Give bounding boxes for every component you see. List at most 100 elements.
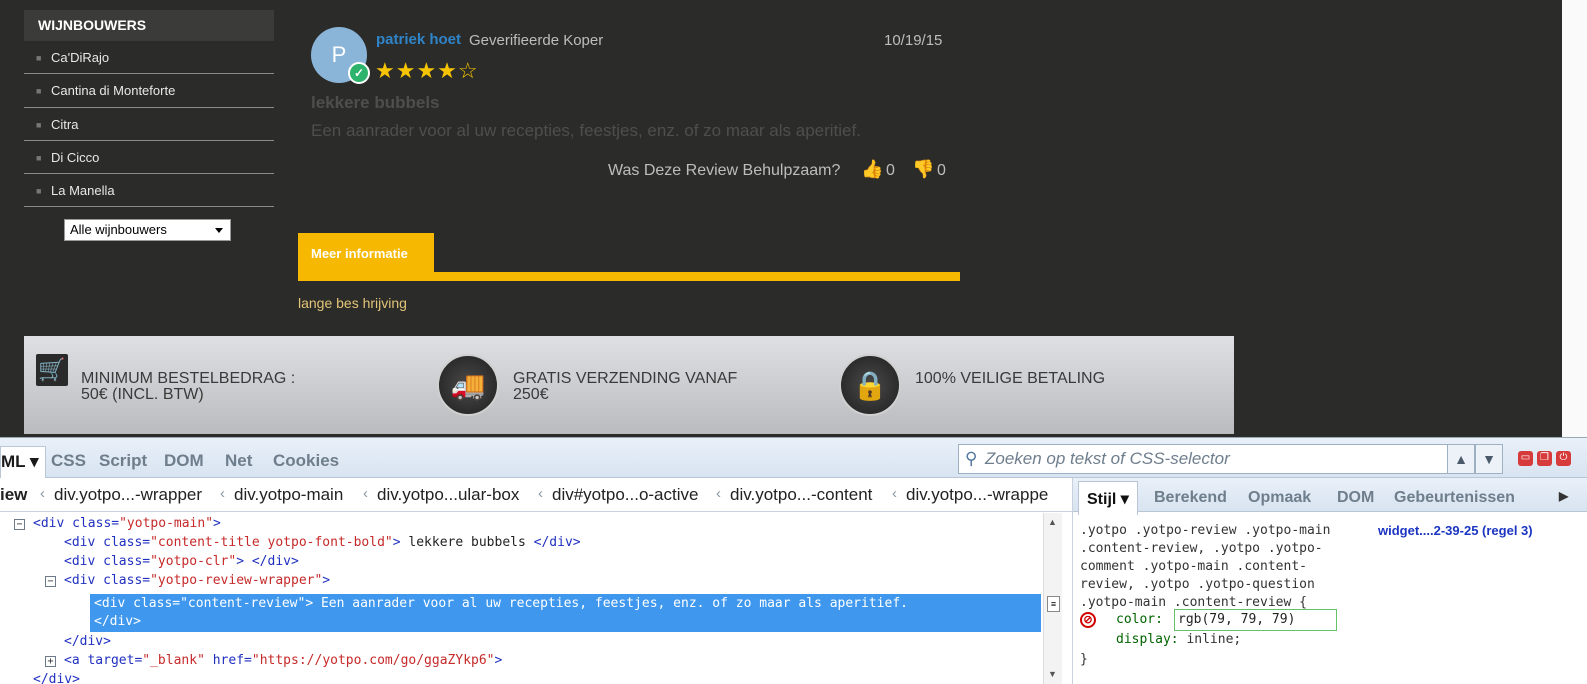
selected-node-line: </div> xyxy=(94,614,141,629)
breadcrumb-item[interactable]: div.yotpo...-wrapper xyxy=(54,485,202,505)
feature-line: 50€ (INCL. BTW) xyxy=(81,386,204,403)
star-rating: ★★★★☆ xyxy=(375,58,479,83)
sidebar-item-cantina-di-monteforte[interactable]: ■ Cantina di Monteforte xyxy=(24,74,274,108)
collapse-icon[interactable]: − xyxy=(14,519,25,530)
minimize-icon[interactable]: ▭ xyxy=(1518,451,1533,466)
tag-close: > xyxy=(213,516,221,531)
tree-node[interactable]: <div class="yotpo-review-wrapper"> xyxy=(64,572,330,590)
search-icon: ⚲ xyxy=(965,449,978,468)
thumbs-down-icon[interactable]: 👎 xyxy=(912,159,934,180)
tab-opmaak[interactable]: Opmaak xyxy=(1248,489,1311,507)
more-tabs-arrow-icon[interactable]: ▶ xyxy=(1559,489,1568,503)
feature-line: MINIMUM BESTELBEDRAG : xyxy=(81,370,296,387)
reviewer-name[interactable]: patriek hoet xyxy=(376,31,461,48)
review-title: lekkere bubbels xyxy=(311,93,440,112)
html-tree-view: − <div class="yotpo-main"> <div class="c… xyxy=(0,513,1043,684)
dropdown-arrow-icon xyxy=(215,228,223,233)
attr-value: "_blank" xyxy=(142,653,205,668)
search-prev-button[interactable]: ▲ xyxy=(1447,444,1475,474)
truck-icon: 🚚 xyxy=(437,354,499,416)
sidebar-item-di-cicco[interactable]: ■ Di Cicco xyxy=(24,141,274,175)
sidebar-item-cadirajo[interactable]: ■ Ca'DiRajo xyxy=(24,41,274,75)
tab-cookies[interactable]: Cookies xyxy=(273,451,339,471)
tab-gebeurtenissen[interactable]: Gebeurtenissen xyxy=(1394,489,1515,507)
tree-node[interactable]: <a target="_blank" href="https://yotpo.c… xyxy=(64,652,502,670)
tab-berekend[interactable]: Berekend xyxy=(1154,489,1227,507)
attr-value: "yotpo-review-wrapper" xyxy=(150,573,323,588)
page-scrollbar[interactable] xyxy=(1562,0,1587,440)
attr-name: class= xyxy=(72,516,120,531)
chevron-left-icon: ‹ xyxy=(538,485,543,502)
thumbs-up-icon[interactable]: 👍 xyxy=(861,159,883,180)
detach-icon[interactable]: ❐ xyxy=(1537,451,1552,466)
css-property-display[interactable]: display: inline; xyxy=(1116,631,1241,649)
verified-check-icon: ✓ xyxy=(348,62,370,84)
breadcrumb-item[interactable]: iew xyxy=(0,485,27,505)
scroll-up-icon[interactable]: ▲ xyxy=(1048,517,1057,527)
winemaker-select-value: Alle wijnbouwers xyxy=(70,222,167,237)
attr-value: "https://yotpo.com/go/ggaZYkp6" xyxy=(251,653,495,668)
sidebar-item-la-manella[interactable]: ■ La Manella xyxy=(24,174,274,208)
votes-up-count: 0 xyxy=(886,162,895,179)
selected-tree-node[interactable]: <div class="content-review"> Een aanrade… xyxy=(90,594,1041,632)
node-text: lekkere bubbels xyxy=(400,535,534,550)
sidebar-item-citra[interactable]: ■ Citra xyxy=(24,108,274,141)
tab-meer-informatie[interactable]: Meer informatie xyxy=(298,233,434,281)
attr-value: "yotpo-clr" xyxy=(150,554,237,569)
winemaker-select[interactable]: Alle wijnbouwers xyxy=(64,219,231,241)
css-rule-close: } xyxy=(1080,652,1088,667)
sidebar-item-label: Di Cicco xyxy=(51,149,100,165)
tree-scrollbar[interactable]: ▲ ≡ ▼ xyxy=(1043,513,1062,684)
attr-value: "content-title yotpo-font-bold" xyxy=(150,535,393,550)
sidebar-item-label: La Manella xyxy=(51,183,115,199)
css-rule-source-link[interactable]: widget....2-39-25 (regel 3) xyxy=(1378,523,1533,538)
tree-node[interactable]: <div class="content-title yotpo-font-bol… xyxy=(64,534,581,552)
expand-icon[interactable]: + xyxy=(45,656,56,667)
tab-css[interactable]: CSS xyxy=(51,451,86,471)
tree-node[interactable]: </div> xyxy=(33,671,80,684)
tab-stijl[interactable]: Stijl ▾ xyxy=(1078,481,1138,515)
tab-dom-side[interactable]: DOM xyxy=(1337,489,1374,507)
css-property-name[interactable]: color: xyxy=(1116,611,1163,629)
tab-net[interactable]: Net xyxy=(225,451,252,471)
sidebar-heading: WIJNBOUWERS xyxy=(24,10,274,41)
bullet-icon: ■ xyxy=(36,119,42,130)
feature-min-order: MINIMUM BESTELBEDRAG : 50€ (INCL. BTW) xyxy=(81,371,295,403)
disabled-property-icon[interactable]: ⊘ xyxy=(1080,612,1096,628)
tag-close: > xyxy=(494,653,503,668)
sidebar-item-label: Ca'DiRajo xyxy=(51,50,110,65)
css-value-edit-input[interactable]: rgb(79, 79, 79) xyxy=(1174,609,1337,631)
breadcrumb-item[interactable]: div#yotpo...o-active xyxy=(552,485,698,505)
css-selector-search-input[interactable]: ⚲ Zoeken op tekst of CSS-selector xyxy=(958,444,1448,474)
search-next-button[interactable]: ▼ xyxy=(1475,444,1503,474)
collapse-icon[interactable]: − xyxy=(45,576,56,587)
bullet-icon: ■ xyxy=(36,186,42,197)
breadcrumb-item[interactable]: div.yotpo-main xyxy=(234,485,343,505)
tree-node[interactable]: </div> xyxy=(64,633,111,651)
tab-html[interactable]: ML ▾ xyxy=(0,446,46,479)
chevron-left-icon: ‹ xyxy=(892,485,897,502)
property-name: color: xyxy=(1116,612,1163,627)
attr-value: "yotpo-main" xyxy=(119,516,214,531)
tag-close: > xyxy=(322,573,331,588)
feature-secure-payment: 100% VEILIGE BETALING xyxy=(915,371,1105,387)
tag-open: <a xyxy=(64,653,88,668)
tag-close: > xyxy=(236,554,245,569)
breadcrumb-item[interactable]: div.yotpo...ular-box xyxy=(377,485,519,505)
tree-node[interactable]: <div class="yotpo-main"> xyxy=(33,515,221,533)
close-icon[interactable]: ⏻ xyxy=(1556,451,1571,466)
devtools-panel: ML ▾ CSS Script DOM Net Cookies ⚲ Zoeken… xyxy=(0,437,1587,684)
tab-dom[interactable]: DOM xyxy=(164,451,204,471)
attr-name: class= xyxy=(103,573,151,588)
breadcrumb-item[interactable]: div.yotpo...-content xyxy=(730,485,872,505)
more-info-text: lange bes hrijving xyxy=(298,295,407,311)
scroll-down-icon[interactable]: ▼ xyxy=(1048,669,1057,679)
chevron-left-icon: ‹ xyxy=(363,485,368,502)
attr-name: target= xyxy=(87,653,143,668)
tree-node[interactable]: <div class="yotpo-clr"> </div> xyxy=(64,553,299,571)
bullet-icon: ■ xyxy=(36,53,42,63)
tab-script[interactable]: Script xyxy=(99,451,147,471)
feature-line: GRATIS VERZENDING VANAF xyxy=(513,370,738,387)
breadcrumb-item[interactable]: div.yotpo...-wrappe xyxy=(906,485,1068,505)
scroll-thumb[interactable]: ≡ xyxy=(1047,596,1060,612)
